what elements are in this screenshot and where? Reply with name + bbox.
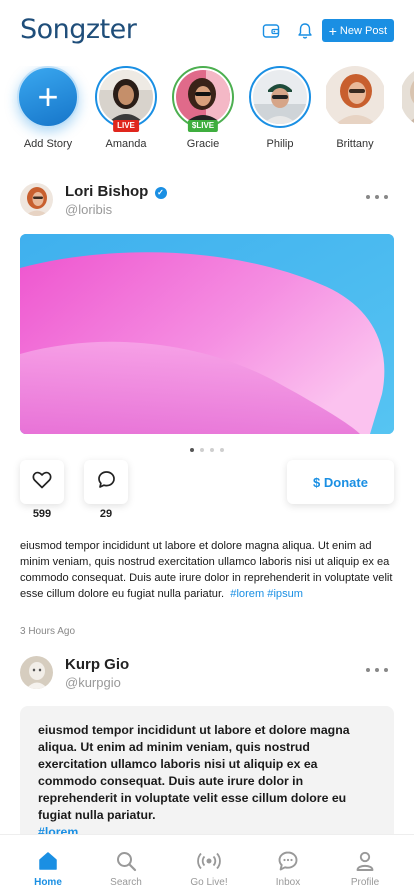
nav-go-live[interactable]: Go Live! — [174, 849, 244, 888]
story-ring — [249, 66, 311, 128]
nav-inbox[interactable]: Inbox — [253, 849, 323, 888]
author-avatar[interactable] — [20, 183, 53, 216]
nav-label: Go Live! — [190, 877, 228, 888]
like-button[interactable] — [20, 460, 64, 504]
paid-live-badge: $LIVE — [187, 120, 219, 132]
broadcast-icon — [174, 849, 244, 873]
caption-text: eiusmod tempor incididunt ut labore et d… — [20, 540, 393, 600]
story-ring — [400, 66, 414, 128]
nav-label: Profile — [350, 877, 380, 888]
avatar — [253, 70, 307, 124]
story-ring — [324, 66, 386, 128]
author-handle: @loribis — [65, 202, 113, 217]
pager-dot[interactable] — [210, 448, 214, 452]
heart-icon — [32, 471, 52, 494]
hashtag-link[interactable]: #lorem #ipsum — [230, 588, 303, 600]
post-image[interactable] — [20, 234, 394, 434]
nav-label: Inbox — [275, 877, 301, 888]
wallet-icon[interactable] — [260, 20, 282, 42]
author-name[interactable]: Kurp Gio — [65, 656, 129, 673]
avatar — [400, 66, 414, 128]
post-caption: eiusmod tempor incididunt ut labore et d… — [20, 538, 396, 602]
nav-label: Home — [34, 877, 62, 888]
image-pager — [0, 448, 414, 452]
story-name: Brittany — [336, 138, 374, 150]
post-header: Lori Bishop ✓ @loribis — [20, 183, 394, 219]
comment-icon — [97, 470, 116, 494]
bell-icon[interactable] — [294, 20, 316, 42]
post-timestamp: 3 Hours Ago — [20, 626, 76, 637]
post-body: eiusmod tempor incididunt ut labore et d… — [38, 723, 350, 822]
add-story-button[interactable]: + — [17, 66, 79, 128]
plus-icon: + — [328, 22, 337, 39]
chat-icon — [253, 849, 323, 873]
nav-profile[interactable]: Profile — [330, 849, 400, 888]
story-name: Add Story — [23, 138, 73, 150]
story-name: Philip — [266, 138, 294, 150]
story-add[interactable]: + Add Story — [9, 66, 87, 150]
live-badge: LIVE — [113, 120, 139, 132]
comment-count: 29 — [99, 508, 113, 520]
story-ring: LIVE — [95, 66, 157, 132]
new-post-label: New Post — [339, 24, 387, 37]
pager-dot[interactable] — [220, 448, 224, 452]
nav-home[interactable]: Home — [13, 849, 83, 888]
plus-icon: + — [37, 76, 59, 117]
user-icon — [330, 849, 400, 873]
story-name: La — [392, 138, 414, 150]
bottom-nav: Home Search Go Live! Inbox Profile — [0, 834, 414, 896]
nav-search[interactable]: Search — [91, 849, 161, 888]
more-options-icon[interactable] — [366, 195, 388, 199]
author-name-text: Lori Bishop — [65, 183, 149, 200]
search-icon — [91, 849, 161, 873]
like-count: 599 — [32, 508, 52, 520]
story-ring: $LIVE — [172, 66, 234, 132]
author-avatar[interactable] — [20, 656, 53, 689]
verified-icon: ✓ — [154, 186, 167, 199]
pager-dot[interactable] — [190, 448, 194, 452]
app-logo[interactable]: Songzter — [20, 14, 137, 46]
avatar — [99, 70, 153, 124]
story-amanda[interactable]: LIVE Amanda — [87, 66, 165, 150]
post-header: Kurp Gio @kurpgio — [20, 656, 394, 692]
story-name: Gracie — [186, 138, 220, 150]
author-name[interactable]: Lori Bishop ✓ — [65, 183, 167, 200]
story-name: Amanda — [105, 138, 147, 150]
nav-label: Search — [110, 877, 142, 888]
avatar — [176, 70, 230, 124]
donate-button[interactable]: $ Donate — [287, 460, 394, 504]
story-brittany[interactable]: Brittany — [316, 66, 394, 150]
pager-dot[interactable] — [200, 448, 204, 452]
home-icon — [13, 849, 83, 873]
story-partial[interactable]: La — [392, 66, 414, 150]
more-options-icon[interactable] — [366, 668, 388, 672]
story-gracie[interactable]: $LIVE Gracie — [164, 66, 242, 150]
author-handle: @kurpgio — [65, 675, 121, 690]
comment-button[interactable] — [84, 460, 128, 504]
story-philip[interactable]: Philip — [241, 66, 319, 150]
app-header: Songzter + New Post — [0, 0, 414, 62]
stories-row: + Add Story LIVE Amanda $LIVE Gracie Phi… — [0, 66, 414, 162]
new-post-button[interactable]: + New Post — [321, 19, 394, 42]
avatar — [324, 66, 386, 128]
